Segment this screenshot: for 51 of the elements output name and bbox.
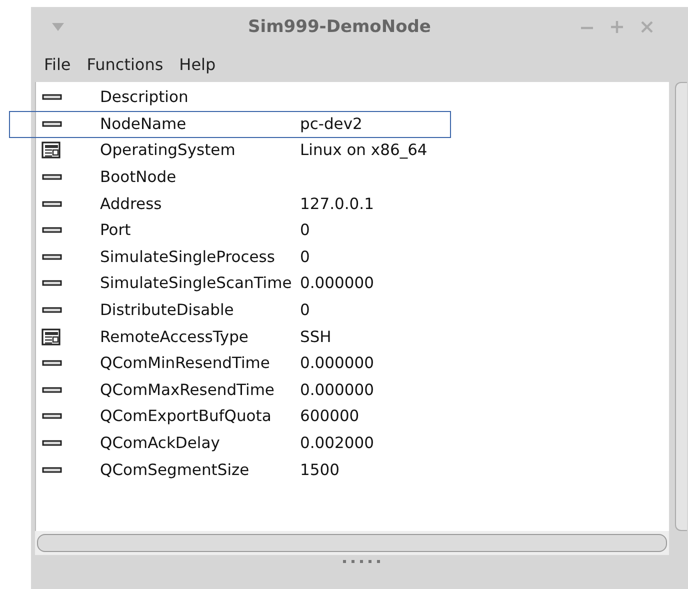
- attribute-value: 0.000000: [300, 354, 374, 372]
- attribute-name[interactable]: NodeName: [100, 114, 294, 133]
- attribute-value: 0: [300, 248, 310, 266]
- attribute-name[interactable]: Description: [100, 88, 294, 106]
- attribute-name[interactable]: DistributeDisable: [100, 301, 294, 320]
- attribute-value: Linux on x86_64: [300, 141, 428, 160]
- attribute-name[interactable]: BootNode: [100, 168, 294, 186]
- attribute-icon: [42, 174, 62, 180]
- attribute-value: 1500: [300, 460, 340, 479]
- attribute-icon: [42, 386, 62, 393]
- maximize-icon[interactable]: [608, 18, 626, 36]
- attribute-name[interactable]: QComMaxResendTime: [100, 380, 294, 399]
- attribute-icon: [42, 280, 62, 286]
- attribute-value: 127.0.0.1: [300, 194, 374, 213]
- attribute-value: 0: [300, 301, 310, 320]
- attribute-name[interactable]: QComMinResendTime: [100, 354, 294, 372]
- attribute-icon: [42, 360, 62, 366]
- attribute-icon: [42, 254, 62, 260]
- attribute-value: 0: [300, 221, 310, 240]
- attribute-icon: [42, 440, 62, 446]
- resize-grip-icon[interactable]: [341, 560, 381, 564]
- attribute-name[interactable]: Port: [100, 221, 294, 240]
- list-icon: [41, 141, 63, 160]
- attribute-name[interactable]: Address: [100, 194, 294, 213]
- attribute-value: 0.000000: [300, 380, 374, 399]
- attribute-icon: [42, 307, 62, 314]
- attribute-name[interactable]: SimulateSingleProcess: [100, 248, 294, 266]
- horizontal-scrollbar[interactable]: [37, 534, 667, 552]
- attribute-name[interactable]: SimulateSingleScanTime: [100, 274, 294, 292]
- list-icon: [41, 328, 63, 346]
- attribute-value: 0.002000: [300, 434, 374, 452]
- attribute-icon: [42, 413, 62, 420]
- attribute-value: 600000: [300, 407, 360, 426]
- menu-item[interactable]: File: [37, 53, 78, 76]
- attribute-name[interactable]: QComSegmentSize: [100, 460, 294, 479]
- attribute-name[interactable]: RemoteAccessType: [100, 328, 294, 346]
- attribute-name[interactable]: QComExportBufQuota: [100, 407, 294, 426]
- attribute-icon: [42, 94, 62, 100]
- attribute-name[interactable]: QComAckDelay: [100, 434, 294, 452]
- attribute-icon: [42, 120, 62, 127]
- attribute-icon: [42, 200, 62, 207]
- attribute-name[interactable]: OperatingSystem: [100, 141, 294, 160]
- attribute-value: pc-dev2: [300, 114, 362, 133]
- menu-item[interactable]: Functions: [80, 53, 170, 76]
- menu-item[interactable]: Help: [172, 53, 223, 76]
- attribute-icon: [42, 227, 62, 234]
- vertical-scrollbar[interactable]: [675, 82, 687, 531]
- window-title: Sim999-DemoNode: [248, 17, 431, 37]
- attribute-value: SSH: [300, 328, 332, 346]
- attribute-value: 0.000000: [300, 274, 374, 292]
- attribute-icon: [42, 466, 62, 473]
